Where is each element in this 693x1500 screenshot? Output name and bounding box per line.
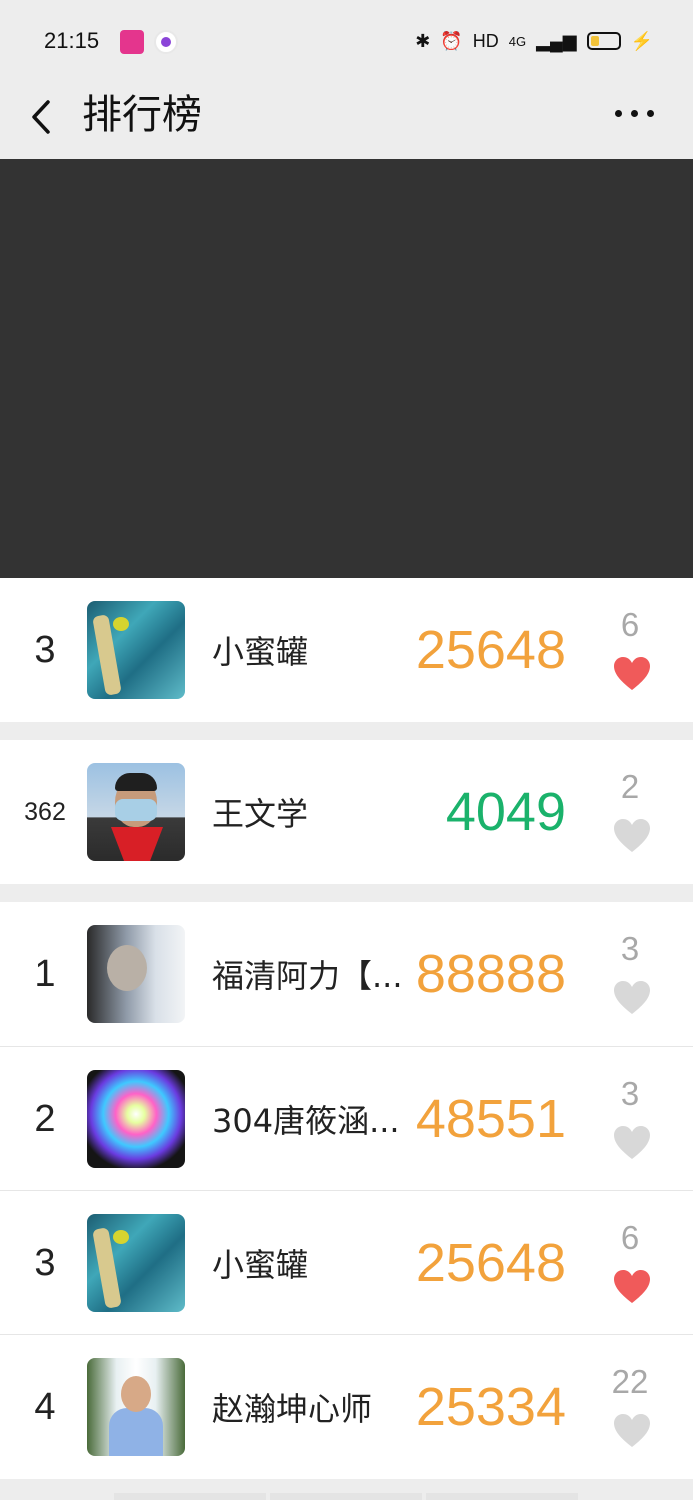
step-score: 25334 [415,1377,566,1437]
more-icon[interactable] [613,98,657,128]
bluetooth-icon: ✱ [415,30,431,51]
status-icons: ✱ ⏰ HD 4G ▂▄▆ ⚡ [415,26,653,56]
avatar[interactable] [87,1358,185,1456]
rank-number: 3 [34,628,56,671]
status-time: 21:15 [44,28,100,53]
user-name: 王文学 [212,795,309,833]
like-count: 2 [620,768,640,805]
alarm-icon: ⏰ [440,30,463,51]
heart-icon[interactable] [613,980,651,1016]
signal-icon: ▂▄▆ [536,30,577,51]
bottom-tab[interactable] [270,1493,422,1500]
nav-bar: 排行榜 [0,84,693,159]
heart-icon[interactable] [613,1413,651,1449]
like-count: 3 [620,1075,640,1112]
bottom-tab[interactable] [426,1493,578,1500]
avatar[interactable] [87,1070,185,1168]
bottom-tab[interactable] [114,1493,266,1500]
network-label: 4G [508,33,527,49]
user-name: 福清阿力【... [212,957,402,995]
rank-number: 362 [24,797,66,826]
banner-area [0,159,693,578]
step-score: 88888 [415,944,566,1004]
heart-icon[interactable] [613,818,651,854]
heart-icon[interactable] [613,656,651,692]
heart-icon[interactable] [613,1125,651,1161]
back-icon[interactable] [24,92,64,142]
step-score: 48551 [415,1089,566,1149]
like-count: 22 [611,1363,649,1400]
user-name: 小蜜罐 [212,633,309,671]
step-score: 4049 [445,782,566,842]
like-count: 3 [620,930,640,967]
app-notification-icon [120,30,144,54]
status-bar: 21:15 ✱ ⏰ HD 4G ▂▄▆ ⚡ [0,0,693,84]
heart-icon[interactable] [613,1269,651,1305]
like-count: 6 [620,606,640,643]
bottom-tab-strip [114,1493,578,1500]
user-name: 赵瀚坤心师 [212,1390,373,1428]
gap-rank-row[interactable]: 362 王文学 4049 2 [0,740,693,884]
avatar[interactable] [87,601,185,699]
leaderboard-row[interactable]: 4 赵瀚坤心师 25334 22 [0,1335,693,1479]
like-count: 6 [620,1219,640,1256]
user-name: 小蜜罐 [212,1246,309,1284]
step-score: 25648 [415,1233,566,1293]
app-notification-icon-2 [154,30,178,54]
rank-number: 3 [34,1241,56,1284]
hd-label: HD [472,30,499,51]
my-rank-row[interactable]: 3 小蜜罐 25648 6 [0,578,693,722]
avatar[interactable] [87,925,185,1023]
page-title: 排行榜 [82,92,202,138]
leaderboard-row[interactable]: 2 304唐筱涵... 48551 3 [0,1047,693,1191]
leaderboard-row[interactable]: 1 福清阿力【... 88888 3 [0,902,693,1046]
rank-number: 2 [34,1097,56,1140]
avatar[interactable] [87,763,185,861]
charging-icon: ⚡ [630,30,653,51]
avatar[interactable] [87,1214,185,1312]
step-score: 25648 [415,620,566,680]
rank-number: 1 [34,952,56,995]
rank-number: 4 [34,1385,56,1428]
battery-icon [586,32,621,50]
user-name: 304唐筱涵... [212,1102,400,1140]
leaderboard-row[interactable]: 3 小蜜罐 25648 6 [0,1191,693,1335]
